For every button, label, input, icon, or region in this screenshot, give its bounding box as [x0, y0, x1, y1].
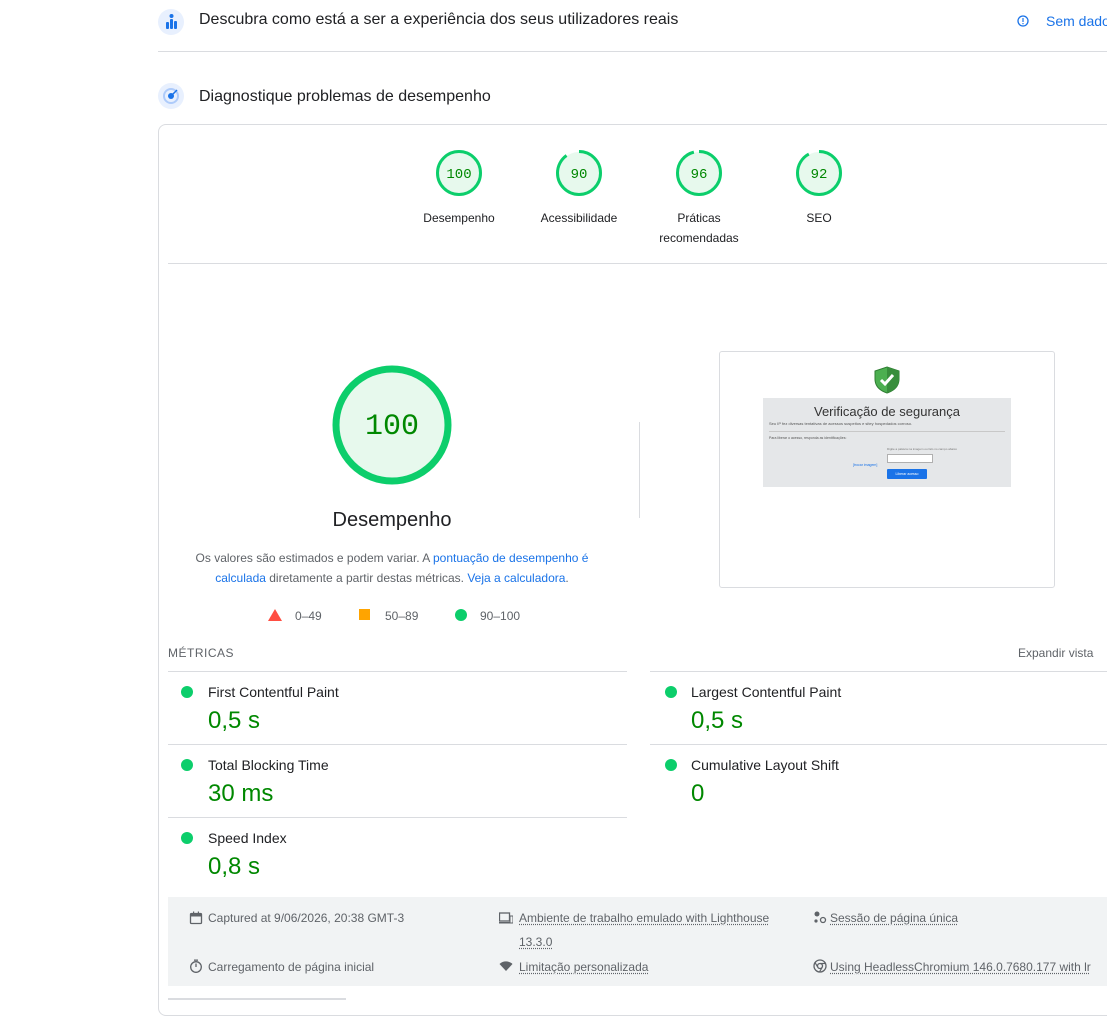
screenshot-hint: Para liberar o acesso, responda as ident…	[769, 436, 847, 440]
metric-first-contentful-paint: First Contentful Paint 0,5 s	[168, 672, 627, 744]
metric-name: First Contentful Paint	[208, 684, 339, 700]
screenshot-input	[887, 454, 933, 463]
score-calc-link-a[interactable]: pontuação de desempenho é	[433, 551, 588, 565]
metric-name: Speed Index	[208, 830, 287, 846]
lab-data-header: Diagnostique problemas de desempenho	[158, 83, 858, 111]
metrics-title: MÉTRICAS	[168, 646, 235, 660]
section-divider	[158, 51, 1107, 52]
field-data-title: Descubra como está a ser a experiência d…	[199, 11, 679, 28]
session-info[interactable]: Sessão de página única	[830, 911, 958, 925]
screenshot-button: Liberar acesso	[887, 469, 927, 479]
description-text-3: .	[565, 571, 569, 585]
best-practices-gauge: 96	[676, 150, 722, 196]
score-legend: 0–49 50–89 90–100	[266, 606, 566, 626]
category-best-practices[interactable]: 96 Práticas recomendadas	[649, 140, 749, 250]
screenshot-subtitle: Seu IP fez diversas tentativas de acesso…	[769, 421, 913, 426]
performance-gauge: 100	[436, 150, 482, 196]
metric-pass-icon	[665, 686, 677, 698]
screenshot-panel: Verificação de segurança Seu IP fez dive…	[763, 398, 1011, 487]
throttling-info[interactable]: Limitação personalizada	[519, 960, 648, 974]
legend-range-pass: 90–100	[480, 609, 521, 623]
accessibility-label-line: Acessibilidade	[540, 211, 618, 225]
score-description: Os valores são estimados e podem variar.…	[180, 548, 604, 588]
category-accessibility[interactable]: 90 Acessibilidade	[529, 140, 629, 250]
lab-data-title: Diagnostique problemas de desempenho	[199, 88, 491, 105]
field-data-header: Descubra como está a ser a experiência d…	[158, 8, 1107, 36]
calendar-icon	[189, 911, 203, 925]
device-info-line2[interactable]: 13.3.0	[519, 935, 552, 949]
description-text-2: diretamente a partir destas métricas.	[265, 571, 468, 585]
device-info-line1[interactable]: Ambiente de trabalho emulado with Lighth…	[519, 911, 769, 925]
field-data-icon	[158, 9, 184, 35]
metric-value: 0,8 s	[208, 853, 261, 880]
lab-data-icon	[158, 83, 184, 109]
screenshot-rule	[769, 431, 1005, 432]
desktop-icon	[499, 912, 513, 924]
performance-label-line: Desempenho	[423, 211, 495, 225]
performance-label: Desempenho	[409, 208, 509, 228]
metric-name: Cumulative Layout Shift	[691, 757, 839, 773]
timer-icon	[190, 959, 202, 973]
captured-time: Captured at 9/06/2026, 20:38 GMT-3	[208, 911, 405, 925]
load-type: Carregamento de página inicial	[208, 960, 375, 974]
metric-pass-icon	[181, 832, 193, 844]
main-gauge-score: 100	[365, 410, 419, 444]
expand-view-button[interactable]: Expandir vista	[1018, 646, 1093, 660]
main-performance-gauge: 100	[332, 365, 452, 485]
legend-range-fail: 0–49	[295, 609, 322, 623]
field-data-info-link[interactable]: Sem dado	[1046, 13, 1107, 29]
runtime-settings: Captured at 9/06/2026, 20:38 GMT-3 Ambie…	[168, 897, 1107, 986]
info-icon[interactable]	[1017, 15, 1029, 27]
shield-check-icon	[874, 366, 900, 394]
metric-pass-icon	[665, 759, 677, 771]
gauge-screenshot-divider	[639, 422, 640, 518]
seo-label: SEO	[769, 208, 869, 228]
metric-total-blocking-time: Total Blocking Time 30 ms	[168, 745, 627, 817]
chrome-icon	[813, 959, 827, 973]
best-practices-label-line2: recomendadas	[659, 231, 739, 245]
metric-value: 0	[691, 780, 705, 807]
category-performance[interactable]: 100 Desempenho	[409, 140, 509, 250]
metric-value: 0,5 s	[691, 707, 744, 734]
screenshot-title: Verificação de segurança	[814, 404, 960, 419]
best-practices-label-line1: Práticas	[677, 211, 721, 225]
best-practices-label: Práticas recomendadas	[649, 208, 749, 248]
browser-info[interactable]: Using HeadlessChromium 146.0.7680.177 wi…	[830, 960, 1091, 974]
accessibility-gauge: 90	[556, 150, 602, 196]
fail-triangle-icon	[268, 609, 282, 621]
pass-circle-icon	[455, 609, 467, 621]
wifi-icon	[499, 961, 513, 971]
average-square-icon	[359, 609, 370, 620]
category-gauges: 100 Desempenho 90 Acessibilidade 96 Prát…	[400, 140, 880, 260]
seo-label-line: SEO	[806, 211, 832, 225]
seo-score: 92	[811, 167, 828, 183]
final-screenshot[interactable]: Verificação de segurança Seu IP fez dive…	[719, 351, 1055, 588]
metric-name: Largest Contentful Paint	[691, 684, 842, 700]
main-gauge-label: Desempenho	[332, 509, 452, 531]
accessibility-score: 90	[571, 167, 588, 183]
calculator-link[interactable]: Veja a calculadora	[467, 571, 565, 585]
gauges-divider	[168, 263, 1107, 264]
session-icon	[814, 911, 827, 924]
metric-cumulative-layout-shift: Cumulative Layout Shift 0	[650, 745, 1107, 817]
metric-value: 30 ms	[208, 780, 274, 807]
metric-largest-contentful-paint: Largest Contentful Paint 0,5 s	[650, 672, 1107, 744]
category-seo[interactable]: 92 SEO	[769, 140, 869, 250]
metric-name: Total Blocking Time	[208, 757, 329, 773]
best-practices-score: 96	[691, 167, 708, 183]
legend-range-average: 50–89	[385, 609, 419, 623]
metric-speed-index: Speed Index 0,8 s	[168, 818, 627, 890]
metric-pass-icon	[181, 686, 193, 698]
accessibility-label: Acessibilidade	[529, 208, 629, 228]
score-calc-link-b[interactable]: calculada	[215, 571, 266, 585]
screenshot-field-hint: Digite a palavra na imagem ou falo no ca…	[887, 447, 958, 451]
screenshot-reload-link: [trocar imagem]	[853, 463, 878, 467]
metric-pass-icon	[181, 759, 193, 771]
description-text-1: Os valores são estimados e podem variar.…	[195, 551, 433, 565]
metric-value: 0,5 s	[208, 707, 261, 734]
performance-score: 100	[446, 167, 471, 183]
seo-gauge: 92	[796, 150, 842, 196]
